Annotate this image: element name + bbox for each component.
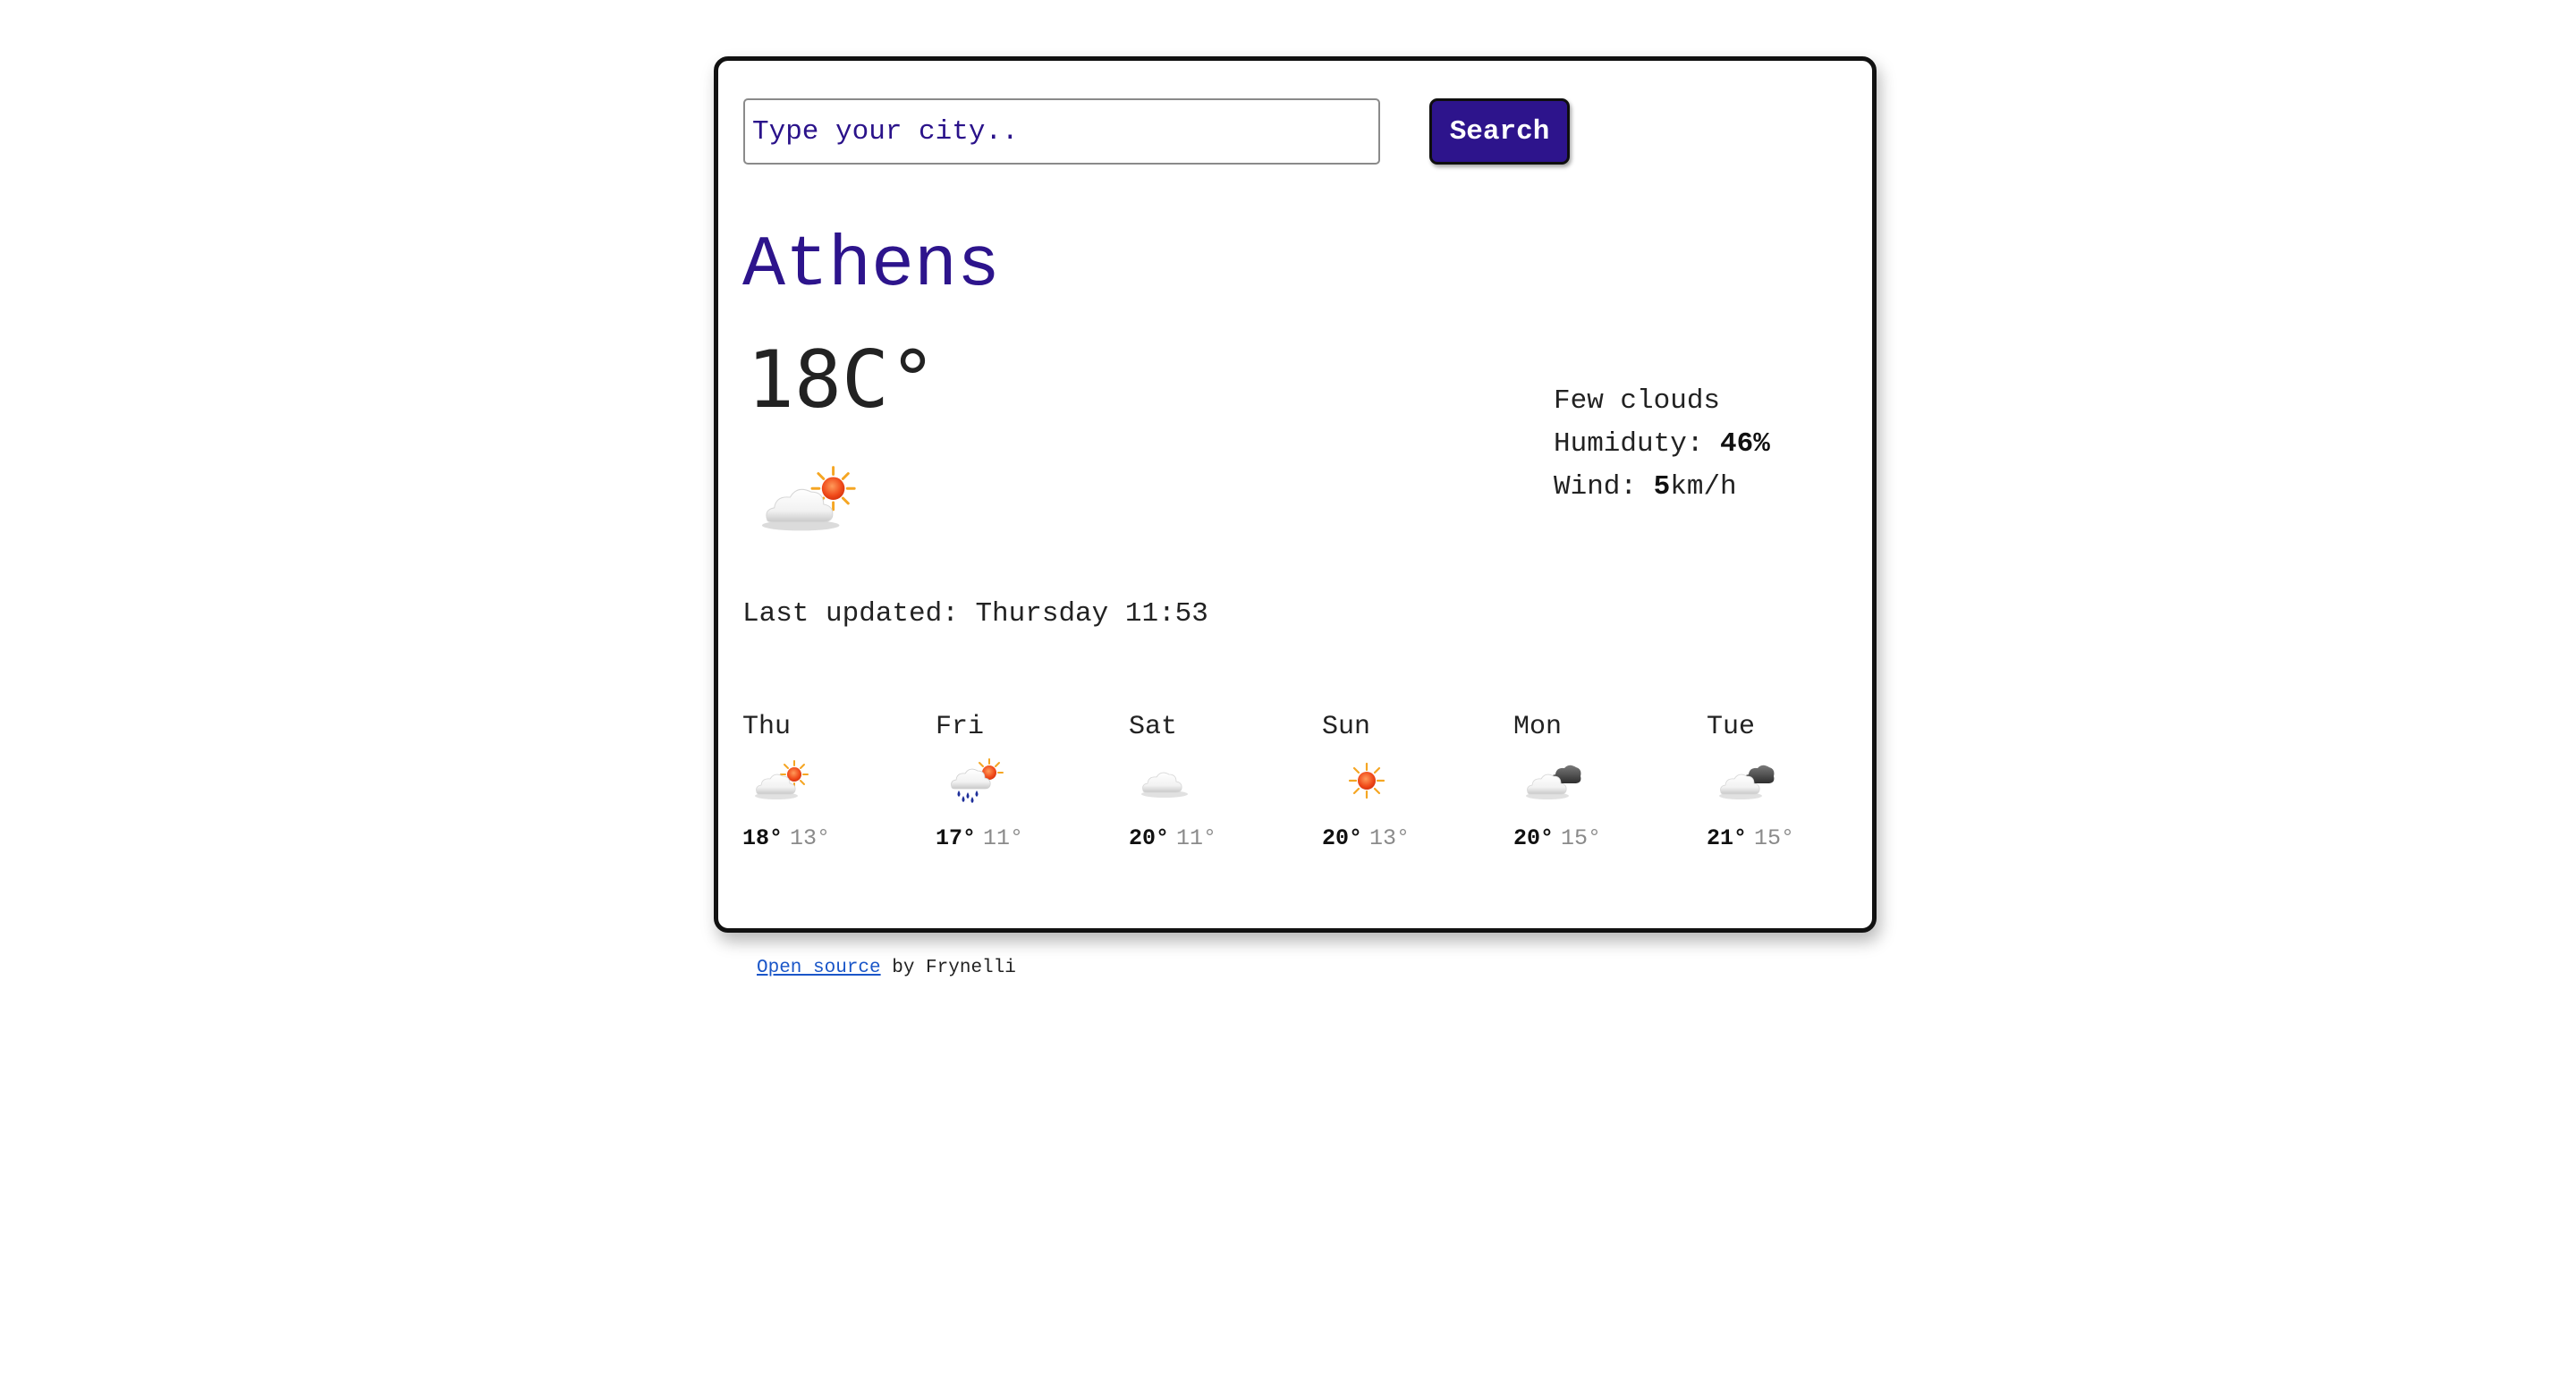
forecast-min-temp: 15° <box>1754 825 1795 851</box>
search-button[interactable]: Search <box>1429 98 1570 165</box>
few-clouds-day-icon <box>758 465 864 537</box>
forecast-min-temp: 13° <box>1369 825 1411 851</box>
forecast-day-name: Fri <box>936 712 985 742</box>
sun-icon <box>1331 758 1390 803</box>
few-clouds-day-icon <box>751 758 810 803</box>
forecast-min-temp: 11° <box>1176 825 1217 851</box>
forecast-temps: 21° 15° <box>1707 825 1794 852</box>
forecast-max-temp: 20° <box>1513 825 1555 851</box>
forecast-day-name: Tue <box>1707 712 1756 742</box>
forecast-temps: 20° 15° <box>1513 825 1601 852</box>
open-source-link[interactable]: Open source <box>757 958 881 978</box>
humidity-row: Humiduty: 46% <box>1554 423 1770 466</box>
forecast-day-name: Thu <box>742 712 792 742</box>
forecast-day-name: Sun <box>1322 712 1371 742</box>
forecast-min-temp: 15° <box>1561 825 1602 851</box>
weather-details: Few clouds Humiduty: 46% Wind: 5km/h <box>1554 380 1770 509</box>
forecast-max-temp: 21° <box>1707 825 1748 851</box>
forecast-min-temp: 11° <box>983 825 1024 851</box>
humidity-unit: % <box>1753 428 1770 460</box>
humidity-label: Humiduty: <box>1554 428 1721 460</box>
forecast-max-temp: 20° <box>1129 825 1170 851</box>
city-search-input[interactable] <box>743 98 1380 165</box>
wind-value: 5 <box>1653 471 1671 503</box>
footer: Open source by Frynelli <box>757 955 1016 982</box>
rain-day-icon <box>945 758 1004 803</box>
humidity-value: 46 <box>1720 428 1754 460</box>
forecast-max-temp: 20° <box>1322 825 1363 851</box>
forecast-temps: 18° 13° <box>742 825 830 852</box>
broken-clouds-icon <box>1522 758 1581 803</box>
footer-credit: by Frynelli <box>880 958 1016 978</box>
forecast-temps: 20° 13° <box>1322 825 1410 852</box>
forecast-day-name: Sat <box>1129 712 1178 742</box>
last-updated: Last updated: Thursday 11:53 <box>742 598 1208 630</box>
weather-description: Few clouds <box>1554 385 1721 417</box>
forecast-temps: 20° 11° <box>1129 825 1216 852</box>
wind-row: Wind: 5km/h <box>1554 466 1770 509</box>
forecast-temps: 17° 11° <box>936 825 1023 852</box>
wind-label: Wind: <box>1554 471 1654 503</box>
wind-unit: km/h <box>1670 471 1737 503</box>
city-name: Athens <box>742 225 1001 307</box>
forecast-min-temp: 13° <box>790 825 831 851</box>
cloud-icon <box>1138 758 1197 803</box>
broken-clouds-icon <box>1716 758 1775 803</box>
forecast-max-temp: 17° <box>936 825 977 851</box>
forecast-max-temp: 18° <box>742 825 784 851</box>
current-temperature: 18C° <box>747 334 936 426</box>
forecast-day-name: Mon <box>1513 712 1563 742</box>
